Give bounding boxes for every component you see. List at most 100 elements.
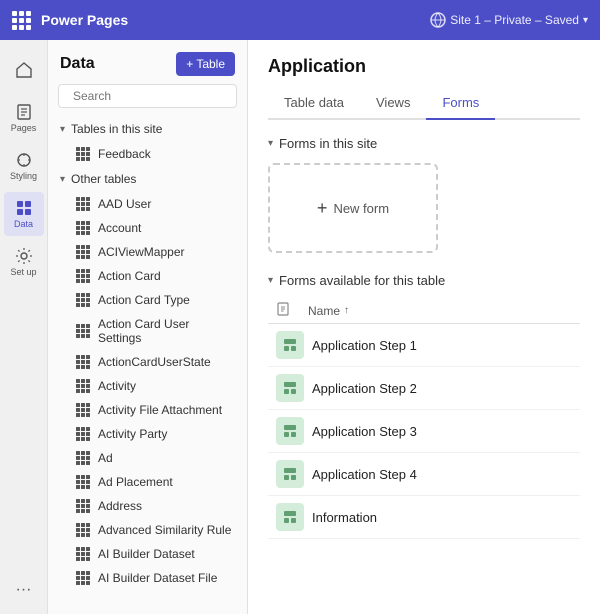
search-input[interactable]: [73, 89, 228, 103]
table-icon: [76, 245, 90, 259]
sidebar-item-activityfileattachment[interactable]: Activity File Attachment: [48, 398, 247, 422]
sidebar-title: Data: [60, 55, 95, 73]
sidebar-item-aibuilderdatasetfile[interactable]: AI Builder Dataset File: [48, 566, 247, 590]
sidebar-item-label: ActionCardUserState: [98, 355, 211, 369]
col-icon-header: [276, 302, 300, 319]
icon-nav: Pages Styling Data Set up ···: [0, 40, 48, 614]
new-form-card[interactable]: + New form: [268, 163, 438, 253]
tab-table-data[interactable]: Table data: [268, 87, 360, 120]
sidebar-item-label: AAD User: [98, 197, 151, 211]
table-icon: [76, 451, 90, 465]
sidebar-item-label: Action Card: [98, 269, 161, 283]
table-icon: [76, 475, 90, 489]
sidebar-item-activityparty[interactable]: Activity Party: [48, 422, 247, 446]
table-icon: [76, 293, 90, 307]
sidebar-item-label: Account: [98, 221, 141, 235]
sidebar-item-actioncard[interactable]: Action Card: [48, 264, 247, 288]
sidebar-item-adplacement[interactable]: Ad Placement: [48, 470, 247, 494]
chevron-other-icon: ▾: [60, 174, 65, 185]
table-icon: [76, 523, 90, 537]
apps-icon[interactable]: [12, 11, 31, 30]
sidebar-item-aaduser[interactable]: AAD User: [48, 192, 247, 216]
sidebar-item-label: Feedback: [98, 147, 151, 161]
new-form-label: New form: [333, 201, 389, 216]
app-title: Power Pages: [41, 12, 128, 28]
nav-item-styling[interactable]: Styling: [4, 144, 44, 188]
sidebar-item-actioncardtype[interactable]: Action Card Type: [48, 288, 247, 312]
site-icon: [430, 12, 446, 28]
forms-available-header: ▾ Forms available for this table: [268, 273, 580, 288]
sidebar-item-label: Ad: [98, 451, 113, 465]
file-icon: [276, 302, 290, 316]
add-table-button[interactable]: + Table: [176, 52, 235, 76]
forms-available-label: Forms available for this table: [279, 273, 445, 288]
sidebar-item-label: Ad Placement: [98, 475, 173, 489]
sidebar-item-label: Action Card Type: [98, 293, 190, 307]
table-icon: [76, 269, 90, 283]
chevron-forms-icon: ▾: [268, 138, 273, 149]
page-title: Application: [268, 56, 580, 77]
form-icon: [276, 417, 304, 445]
forms-table-header: Name ↑: [268, 298, 580, 324]
sort-arrow-icon: ↑: [344, 305, 349, 316]
sidebar: Data + Table ▾ Tables in this site Feedb…: [48, 40, 248, 614]
other-tables-label: Other tables: [71, 172, 136, 186]
sidebar-item-label: AI Builder Dataset File: [98, 571, 217, 585]
form-row[interactable]: Application Step 4: [268, 453, 580, 496]
nav-label-pages: Pages: [11, 123, 37, 133]
form-icon: [276, 503, 304, 531]
sidebar-item-aciviewmapper[interactable]: ACIViewMapper: [48, 240, 247, 264]
form-row[interactable]: Application Step 3: [268, 410, 580, 453]
nav-item-home[interactable]: [4, 48, 44, 92]
sidebar-item-label: Activity: [98, 379, 136, 393]
tab-views[interactable]: Views: [360, 87, 426, 120]
tab-forms[interactable]: Forms: [426, 87, 495, 120]
nav-label-setup: Set up: [10, 267, 36, 277]
table-icon: [76, 403, 90, 417]
nav-label-data: Data: [14, 219, 33, 229]
sidebar-item-actioncardusersettings[interactable]: Action Card User Settings: [48, 312, 247, 350]
form-row[interactable]: Application Step 1: [268, 324, 580, 367]
nav-item-setup[interactable]: Set up: [4, 240, 44, 284]
forms-in-site-label: Forms in this site: [279, 136, 377, 151]
sidebar-item-actioncarduserstate[interactable]: ActionCardUserState: [48, 350, 247, 374]
form-name: Application Step 4: [312, 467, 417, 482]
sidebar-scroll: ▾ Tables in this site Feedback ▾ Other t…: [48, 116, 247, 614]
form-icon: [276, 460, 304, 488]
forms-in-site-header: ▾ Forms in this site: [268, 136, 580, 151]
sidebar-item-activity[interactable]: Activity: [48, 374, 247, 398]
sidebar-item-ad[interactable]: Ad: [48, 446, 247, 470]
sidebar-item-advancedsimilarityrule[interactable]: Advanced Similarity Rule: [48, 518, 247, 542]
form-icon: [276, 374, 304, 402]
sidebar-item-label: Advanced Similarity Rule: [98, 523, 231, 537]
plus-icon: +: [317, 198, 328, 219]
form-row[interactable]: Information: [268, 496, 580, 539]
table-icon: [76, 355, 90, 369]
forms-table: Name ↑ Application Step 1 Application St…: [268, 298, 580, 539]
topbar: Power Pages Site 1 – Private – Saved ▾: [0, 0, 600, 40]
tables-in-site-header[interactable]: ▾ Tables in this site: [48, 116, 247, 142]
table-icon: [76, 221, 90, 235]
sidebar-item-label: ACIViewMapper: [98, 245, 184, 259]
form-name: Information: [312, 510, 377, 525]
form-row[interactable]: Application Step 2: [268, 367, 580, 410]
sidebar-item-account[interactable]: Account: [48, 216, 247, 240]
sidebar-item-label: AI Builder Dataset: [98, 547, 195, 561]
search-bar[interactable]: [58, 84, 237, 108]
table-icon: [76, 379, 90, 393]
main-content: Application Table data Views Forms ▾ For…: [248, 40, 600, 614]
table-icon: [76, 324, 90, 338]
nav-item-pages[interactable]: Pages: [4, 96, 44, 140]
sidebar-item-label: Activity Party: [98, 427, 167, 441]
site-info[interactable]: Site 1 – Private – Saved ▾: [430, 12, 588, 28]
sidebar-item-address[interactable]: Address: [48, 494, 247, 518]
sidebar-item-feedback[interactable]: Feedback: [48, 142, 247, 166]
nav-item-data[interactable]: Data: [4, 192, 44, 236]
chevron-down-icon[interactable]: ▾: [583, 15, 588, 26]
table-icon: [76, 547, 90, 561]
nav-more-button[interactable]: ···: [4, 574, 44, 606]
other-tables-header[interactable]: ▾ Other tables: [48, 166, 247, 192]
col-name-header[interactable]: Name ↑: [308, 304, 572, 318]
sidebar-item-label: Activity File Attachment: [98, 403, 222, 417]
sidebar-item-aibuilderdataset[interactable]: AI Builder Dataset: [48, 542, 247, 566]
